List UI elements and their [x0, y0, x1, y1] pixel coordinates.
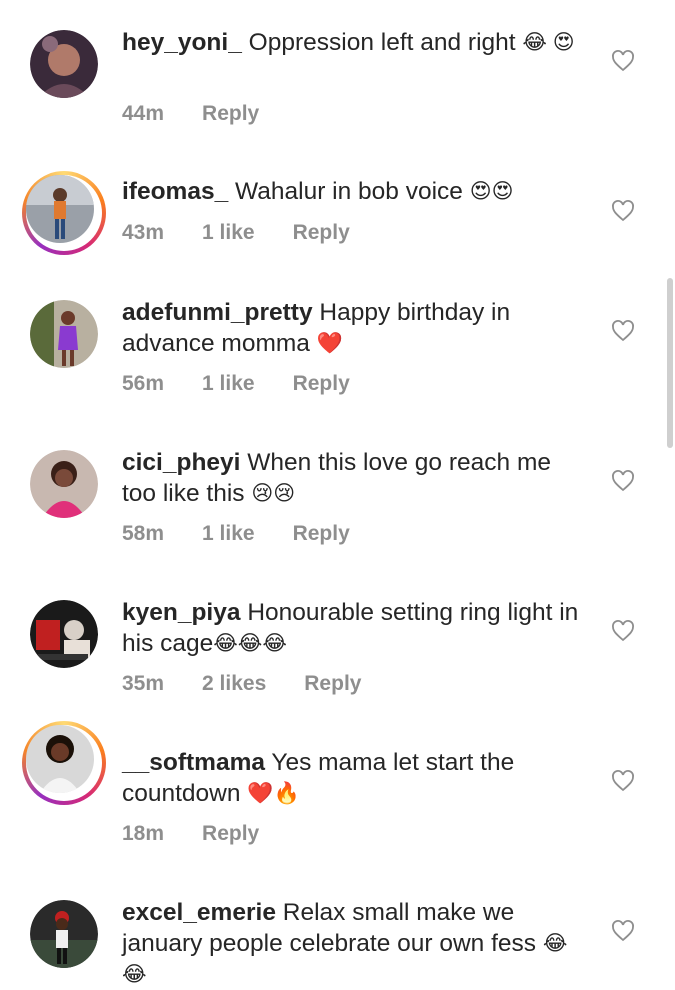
avatar[interactable] — [30, 30, 98, 98]
comment-time: 56m — [122, 372, 165, 395]
comment-username[interactable]: __softmama — [122, 749, 265, 776]
comment-username[interactable]: hey_yoni_ — [122, 29, 242, 56]
comment-meta: 35m 2 likes Reply — [122, 672, 361, 696]
comment-emojis: 😂😂😂 — [213, 632, 287, 655]
heart-outline-icon[interactable] — [611, 49, 635, 73]
comment-like-count[interactable]: 1 like — [202, 522, 255, 546]
comment-username[interactable]: cici_pheyi — [122, 449, 240, 476]
comment-meta: 58m 1 like Reply — [122, 522, 350, 546]
avatar[interactable] — [30, 600, 98, 668]
comment-meta: 44m Reply — [122, 102, 259, 126]
comment-time: 58m — [122, 522, 165, 545]
comment-meta: 56m 1 like Reply — [122, 372, 350, 396]
comment-username[interactable]: excel_emerie — [122, 899, 276, 926]
comment-body: Oppression left and right — [248, 29, 523, 56]
comment-text: ifeomas_ Wahalur in bob voice 😍😍 — [122, 176, 582, 207]
comment-username[interactable]: ifeomas_ — [122, 178, 228, 205]
reply-button[interactable]: Reply — [202, 822, 259, 846]
comment-meta: 43m 1 like Reply — [122, 221, 350, 245]
heart-outline-icon[interactable] — [611, 919, 635, 943]
comment-emojis: 😢😢 — [251, 482, 296, 505]
comment-like-count[interactable]: 2 likes — [202, 672, 266, 696]
heart-outline-icon[interactable] — [611, 199, 635, 223]
comment-emojis: ❤️ — [316, 332, 343, 355]
comment-time: 18m — [122, 822, 165, 845]
avatar[interactable] — [22, 171, 106, 255]
avatar[interactable] — [22, 721, 106, 805]
heart-outline-icon[interactable] — [611, 469, 635, 493]
comment-emojis: ❤️🔥 — [247, 782, 300, 805]
reply-button[interactable]: Reply — [304, 672, 361, 696]
comment-emojis: 😂 😍 — [522, 31, 575, 54]
comment-text: kyen_piya Honourable setting ring light … — [122, 597, 582, 659]
comment-text: __softmama Yes mama let start the countd… — [122, 747, 582, 809]
comment-text: cici_pheyi When this love go reach me to… — [122, 447, 582, 509]
comment-text: adefunmi_pretty Happy birthday in advanc… — [122, 297, 582, 359]
reply-button[interactable]: Reply — [202, 102, 259, 126]
comment-time: 35m — [122, 672, 165, 695]
comment-meta: 18m Reply — [122, 822, 259, 846]
comment-text: excel_emerie Relax small make we january… — [122, 897, 582, 990]
comment-text: hey_yoni_ Oppression left and right 😂 😍 — [122, 27, 582, 58]
heart-outline-icon[interactable] — [611, 769, 635, 793]
comment-like-count[interactable]: 1 like — [202, 372, 255, 396]
heart-outline-icon[interactable] — [611, 619, 635, 643]
comment-time: 43m — [122, 221, 165, 244]
heart-outline-icon[interactable] — [611, 319, 635, 343]
comment-username[interactable]: adefunmi_pretty — [122, 299, 313, 326]
comment-like-count[interactable]: 1 like — [202, 221, 255, 245]
avatar[interactable] — [30, 450, 98, 518]
comment-username[interactable]: kyen_piya — [122, 599, 241, 626]
scrollbar[interactable] — [667, 278, 673, 448]
comment-emojis: 😍😍 — [469, 180, 514, 203]
comment-body: Wahalur in bob voice — [235, 178, 470, 205]
reply-button[interactable]: Reply — [293, 221, 350, 245]
reply-button[interactable]: Reply — [293, 522, 350, 546]
avatar[interactable] — [30, 900, 98, 968]
reply-button[interactable]: Reply — [293, 372, 350, 396]
avatar[interactable] — [30, 300, 98, 368]
comment-time: 44m — [122, 102, 165, 125]
